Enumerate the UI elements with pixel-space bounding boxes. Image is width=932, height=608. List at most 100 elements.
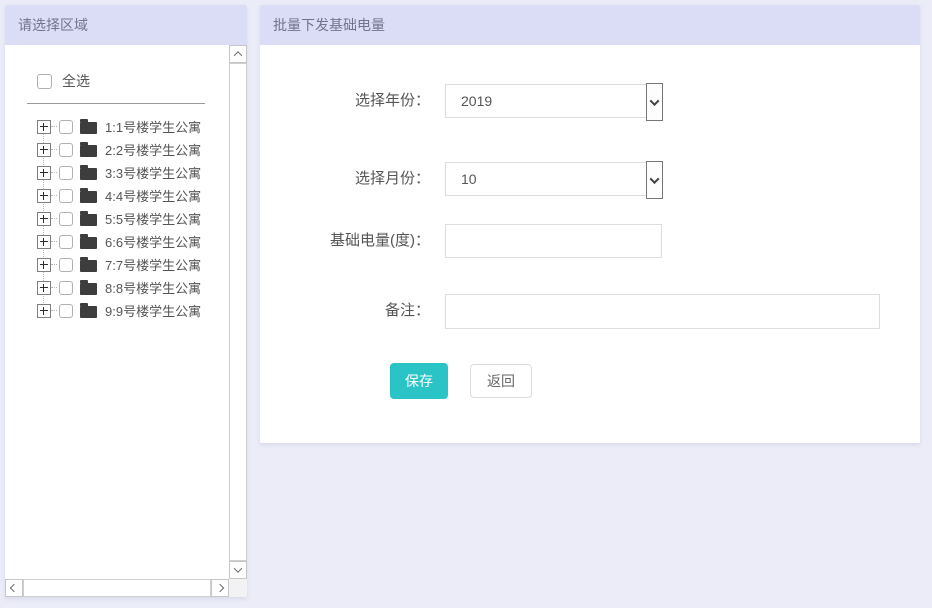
tree-item-checkbox[interactable]: [59, 188, 73, 203]
batch-panel-title: 批量下发基础电量: [260, 5, 920, 45]
tree-row[interactable]: 3:3号楼学生公寓: [5, 161, 229, 184]
expand-plus-icon[interactable]: [37, 211, 51, 226]
area-panel-body: 全选 1:1号楼学生公寓 2:2号楼学生公寓 3:3号楼学生公寓 4:4号楼学生…: [5, 45, 247, 597]
expand-plus-icon[interactable]: [37, 257, 51, 272]
form-buttons: 保存 返回: [390, 363, 532, 399]
tree-row[interactable]: 1:1号楼学生公寓: [5, 115, 229, 138]
chevron-right-icon: [215, 583, 225, 593]
tree-item-checkbox[interactable]: [59, 280, 73, 295]
tree-stub-line: [51, 287, 57, 288]
chevron-down-icon: [649, 95, 660, 106]
remark-form-row: 备注：: [260, 294, 880, 329]
folder-icon: [80, 187, 97, 203]
tree-item-label: 1:1号楼学生公寓: [105, 120, 202, 135]
base-power-label: 基础电量(度)：: [330, 232, 430, 249]
select-all-label: 全选: [62, 73, 90, 89]
folder-icon: [80, 233, 97, 249]
tree-stub-line: [51, 149, 57, 150]
folder-icon: [80, 164, 97, 180]
chevron-down-icon: [233, 564, 243, 573]
year-select-value: 2019: [461, 93, 493, 109]
tree-item-label: 8:8号楼学生公寓: [105, 281, 202, 296]
select-all-row[interactable]: 全选: [37, 71, 90, 91]
expand-plus-icon[interactable]: [37, 280, 51, 295]
year-select-arrow-button[interactable]: [646, 83, 663, 121]
year-form-row: 选择年份： 2019: [260, 83, 663, 121]
expand-plus-icon[interactable]: [37, 234, 51, 249]
tree-row[interactable]: 4:4号楼学生公寓: [5, 184, 229, 207]
folder-icon: [80, 302, 97, 318]
folder-icon: [80, 210, 97, 226]
tree-item-checkbox[interactable]: [59, 119, 73, 134]
expand-plus-icon[interactable]: [37, 165, 51, 180]
tree-item-checkbox[interactable]: [59, 165, 73, 180]
scrollbar-corner: [229, 579, 247, 597]
horizontal-scrollbar-thumb[interactable]: [23, 579, 211, 597]
area-tree: 1:1号楼学生公寓 2:2号楼学生公寓 3:3号楼学生公寓 4:4号楼学生公寓 …: [5, 115, 229, 322]
tree-stub-line: [51, 126, 57, 127]
tree-item-label: 6:6号楼学生公寓: [105, 235, 202, 250]
tree-item-label: 3:3号楼学生公寓: [105, 166, 202, 181]
folder-icon: [80, 141, 97, 157]
area-tree-viewport: 全选 1:1号楼学生公寓 2:2号楼学生公寓 3:3号楼学生公寓 4:4号楼学生…: [5, 45, 229, 579]
month-select[interactable]: 10: [445, 161, 663, 199]
month-select-arrow-button[interactable]: [646, 161, 663, 199]
tree-row[interactable]: 5:5号楼学生公寓: [5, 207, 229, 230]
folder-icon: [80, 279, 97, 295]
save-button[interactable]: 保存: [390, 363, 448, 399]
tree-item-checkbox[interactable]: [59, 234, 73, 249]
chevron-up-icon: [233, 51, 243, 60]
tree-row[interactable]: 7:7号楼学生公寓: [5, 253, 229, 276]
expand-plus-icon[interactable]: [37, 303, 51, 318]
base-power-form-row: 基础电量(度)：: [260, 224, 662, 258]
tree-item-label: 4:4号楼学生公寓: [105, 189, 202, 204]
horizontal-scrollbar[interactable]: [5, 579, 229, 597]
tree-item-label: 5:5号楼学生公寓: [105, 212, 202, 227]
month-select-value: 10: [461, 171, 477, 187]
tree-item-label: 9:9号楼学生公寓: [105, 304, 202, 319]
remark-label: 备注：: [384, 302, 430, 319]
tree-stub-line: [51, 172, 57, 173]
vertical-scrollbar-thumb[interactable]: [229, 63, 247, 561]
month-label: 选择月份：: [354, 170, 430, 187]
tree-divider: [27, 103, 205, 104]
vertical-scrollbar[interactable]: [229, 45, 247, 579]
tree-stub-line: [51, 241, 57, 242]
remark-input[interactable]: [445, 294, 880, 329]
expand-plus-icon[interactable]: [37, 119, 51, 134]
tree-stub-line: [51, 310, 57, 311]
tree-row[interactable]: 9:9号楼学生公寓: [5, 299, 229, 322]
tree-item-checkbox[interactable]: [59, 257, 73, 272]
tree-row[interactable]: 8:8号楼学生公寓: [5, 276, 229, 299]
folder-icon: [80, 118, 97, 134]
scroll-right-button[interactable]: [211, 579, 229, 597]
expand-plus-icon[interactable]: [37, 142, 51, 157]
tree-row[interactable]: 2:2号楼学生公寓: [5, 138, 229, 161]
tree-stub-line: [51, 195, 57, 196]
year-select[interactable]: 2019: [445, 83, 663, 121]
base-power-input[interactable]: [445, 224, 662, 258]
expand-plus-icon[interactable]: [37, 188, 51, 203]
month-form-row: 选择月份： 10: [260, 161, 663, 199]
tree-row[interactable]: 6:6号楼学生公寓: [5, 230, 229, 253]
area-select-panel: 请选择区域 全选 1:1号楼学生公寓 2:2号楼学生公寓 3:3号楼学生公寓 4…: [5, 5, 247, 597]
area-panel-title: 请选择区域: [5, 5, 247, 45]
folder-icon: [80, 256, 97, 272]
scroll-left-button[interactable]: [5, 579, 23, 597]
scroll-up-button[interactable]: [229, 45, 247, 63]
select-all-checkbox[interactable]: [37, 73, 52, 89]
tree-item-label: 2:2号楼学生公寓: [105, 143, 202, 158]
batch-panel-body: 选择年份： 2019 选择月份： 10 基础电量(度)： 备注： 保存 返回: [260, 45, 920, 443]
tree-stub-line: [51, 264, 57, 265]
chevron-left-icon: [9, 583, 19, 593]
tree-item-checkbox[interactable]: [59, 211, 73, 226]
tree-item-checkbox[interactable]: [59, 303, 73, 318]
batch-issue-panel: 批量下发基础电量 选择年份： 2019 选择月份： 10 基础电量(度)： 备注…: [260, 5, 920, 443]
year-label: 选择年份：: [354, 92, 430, 109]
scroll-down-button[interactable]: [229, 561, 247, 579]
chevron-down-icon: [649, 173, 660, 184]
tree-stub-line: [51, 218, 57, 219]
tree-item-checkbox[interactable]: [59, 142, 73, 157]
back-button[interactable]: 返回: [470, 364, 532, 398]
tree-item-label: 7:7号楼学生公寓: [105, 258, 202, 273]
